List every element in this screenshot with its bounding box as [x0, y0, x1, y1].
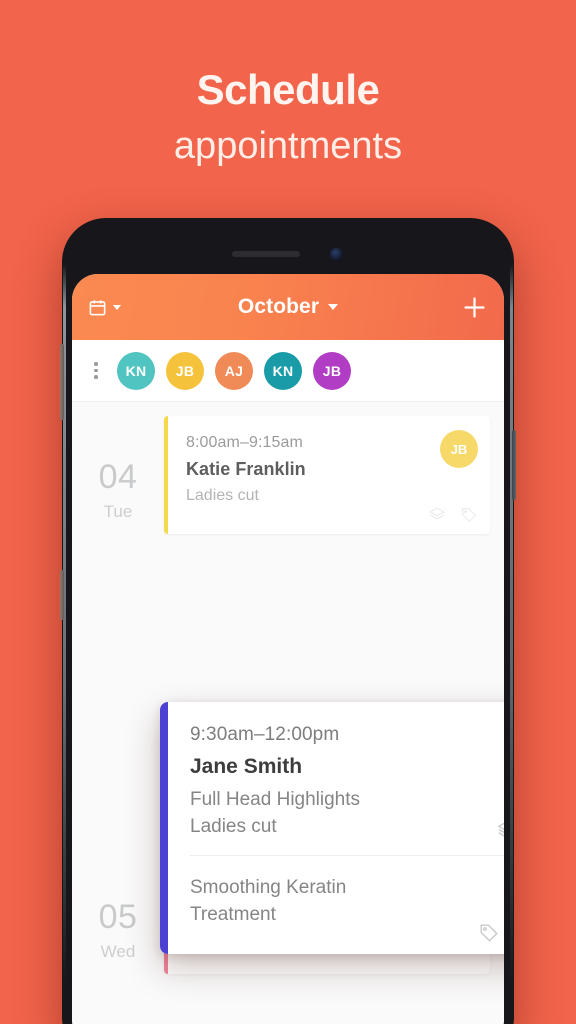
- layers-icon[interactable]: [428, 506, 446, 524]
- featured-accent-bar: [160, 702, 168, 954]
- phone-right-edge-highlight: [510, 264, 513, 984]
- featured-appointment-card[interactable]: 9:30am–12:00pm Jane Smith Full Head High…: [160, 702, 504, 954]
- staff-avatar[interactable]: AJ: [215, 351, 253, 390]
- tag-icon[interactable]: [460, 506, 478, 524]
- staff-avatar[interactable]: KN: [264, 351, 302, 390]
- appointment-service: Ladies cut: [186, 487, 259, 504]
- day-number: 04: [98, 458, 138, 496]
- plus-icon: [464, 296, 485, 318]
- front-camera: [330, 248, 343, 261]
- earpiece-speaker: [232, 251, 300, 257]
- staff-avatar[interactable]: JB: [166, 351, 204, 390]
- featured-secondary-service-line-2: Treatment: [190, 904, 276, 926]
- featured-card-body: 9:30am–12:00pm Jane Smith Full Head High…: [168, 702, 504, 954]
- phone-screen: October KN JB AJ KN JB 04 Tue 8:00am–9:1…: [72, 274, 504, 1024]
- day-name: Tue: [103, 502, 133, 521]
- agenda-list: 04 Tue 8:00am–9:15am Katie Franklin Ladi…: [72, 402, 504, 1024]
- bixby-button[interactable]: [60, 570, 64, 620]
- day-column: 05 Wed: [72, 856, 164, 974]
- day-number: 05: [98, 898, 138, 936]
- agenda-spacer: [72, 534, 504, 550]
- page-title: Schedule: [196, 66, 380, 113]
- tag-icon[interactable]: [478, 922, 500, 944]
- power-button[interactable]: [512, 430, 516, 500]
- kebab-menu-icon[interactable]: [86, 362, 106, 379]
- month-selector[interactable]: October: [164, 295, 412, 319]
- featured-secondary-icon-row: [478, 922, 504, 944]
- add-appointment-button[interactable]: [412, 294, 488, 321]
- appointment-card[interactable]: 8:00am–9:15am Katie Franklin Ladies cut …: [164, 416, 490, 534]
- chevron-down-icon: [113, 304, 121, 310]
- appointment-client-name: Katie Franklin: [186, 459, 306, 479]
- featured-primary-section: 9:30am–12:00pm Jane Smith Full Head High…: [168, 702, 504, 855]
- chevron-down-icon: [328, 304, 339, 310]
- page-subtitle: appointments: [173, 125, 403, 168]
- featured-secondary-service-line-1: Smoothing Keratin: [190, 877, 347, 899]
- month-label: October: [237, 295, 320, 318]
- appointment-staff-avatar[interactable]: JB: [440, 430, 478, 468]
- featured-service-line-1: Full Head Highlights: [190, 789, 361, 810]
- agenda-day-row: 04 Tue 8:00am–9:15am Katie Franklin Ladi…: [72, 416, 504, 534]
- day-name: Wed: [100, 942, 136, 961]
- staff-avatar[interactable]: JB: [313, 351, 351, 390]
- app-header-bar: October: [72, 274, 504, 340]
- featured-secondary-section: Smoothing Keratin Treatment: [190, 855, 504, 953]
- featured-client-name: Jane Smith: [190, 755, 303, 778]
- day-column: 04 Tue: [72, 416, 164, 534]
- staff-filter-row: KN JB AJ KN JB: [72, 340, 504, 402]
- hero-banner: Schedule appointments: [0, 0, 576, 172]
- appointment-body: 8:00am–9:15am Katie Franklin Ladies cut …: [168, 416, 490, 534]
- phone-mockup: October KN JB AJ KN JB 04 Tue 8:00am–9:1…: [60, 218, 516, 1024]
- appointment-time: 8:00am–9:15am: [186, 434, 303, 451]
- layers-icon[interactable]: [496, 819, 504, 841]
- calendar-icon: [89, 299, 106, 315]
- featured-icon-row: [496, 819, 504, 841]
- appointment-icon-row: [428, 506, 478, 524]
- featured-appointment-wrapper: 9:30am–12:00pm Jane Smith Full Head High…: [160, 702, 504, 954]
- calendar-view-switcher[interactable]: [88, 298, 164, 317]
- volume-button[interactable]: [60, 344, 64, 420]
- featured-service-line-2: Ladies cut: [190, 815, 277, 837]
- staff-avatar[interactable]: KN: [117, 351, 155, 390]
- featured-appointment-time: 9:30am–12:00pm: [190, 724, 340, 745]
